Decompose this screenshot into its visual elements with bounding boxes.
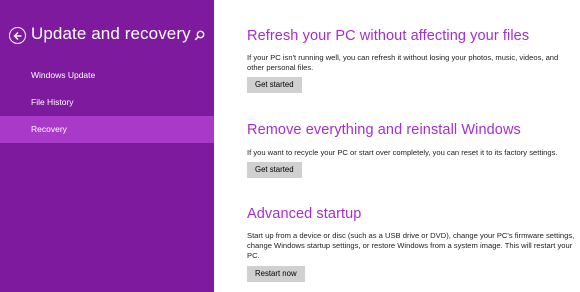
sidebar-item-file-history[interactable]: File History <box>0 89 214 116</box>
restart-now-button[interactable]: Restart now <box>247 266 305 282</box>
refresh-get-started-button[interactable]: Get started <box>247 77 302 93</box>
advanced-startup-section: Advanced startup Start up from a device … <box>247 206 577 282</box>
section-heading: Remove everything and reinstall Windows <box>247 122 521 138</box>
sidebar: Update and recovery Windows Update File … <box>0 0 214 292</box>
sidebar-item-recovery[interactable]: Recovery <box>0 116 214 143</box>
reset-section: Remove everything and reinstall Windows … <box>247 122 577 178</box>
search-icon[interactable] <box>194 30 205 41</box>
section-description: Start up from a device or disc (such as … <box>247 231 575 260</box>
back-button[interactable] <box>9 27 26 44</box>
back-arrow-icon <box>13 31 21 40</box>
sidebar-nav: Windows Update File History Recovery <box>0 62 214 143</box>
section-heading: Advanced startup <box>247 206 362 222</box>
sidebar-item-windows-update[interactable]: Windows Update <box>0 62 214 89</box>
section-description: If your PC isn't running well, you can r… <box>247 53 559 72</box>
refresh-section: Refresh your PC without affecting your f… <box>247 28 577 93</box>
main-content: Refresh your PC without affecting your f… <box>214 0 580 292</box>
reset-get-started-button[interactable]: Get started <box>247 162 302 178</box>
settings-window: Update and recovery Windows Update File … <box>0 0 580 292</box>
section-heading: Refresh your PC without affecting your f… <box>247 28 530 44</box>
page-title: Update and recovery <box>31 24 191 43</box>
section-description: If you want to recycle your PC or start … <box>247 148 558 157</box>
